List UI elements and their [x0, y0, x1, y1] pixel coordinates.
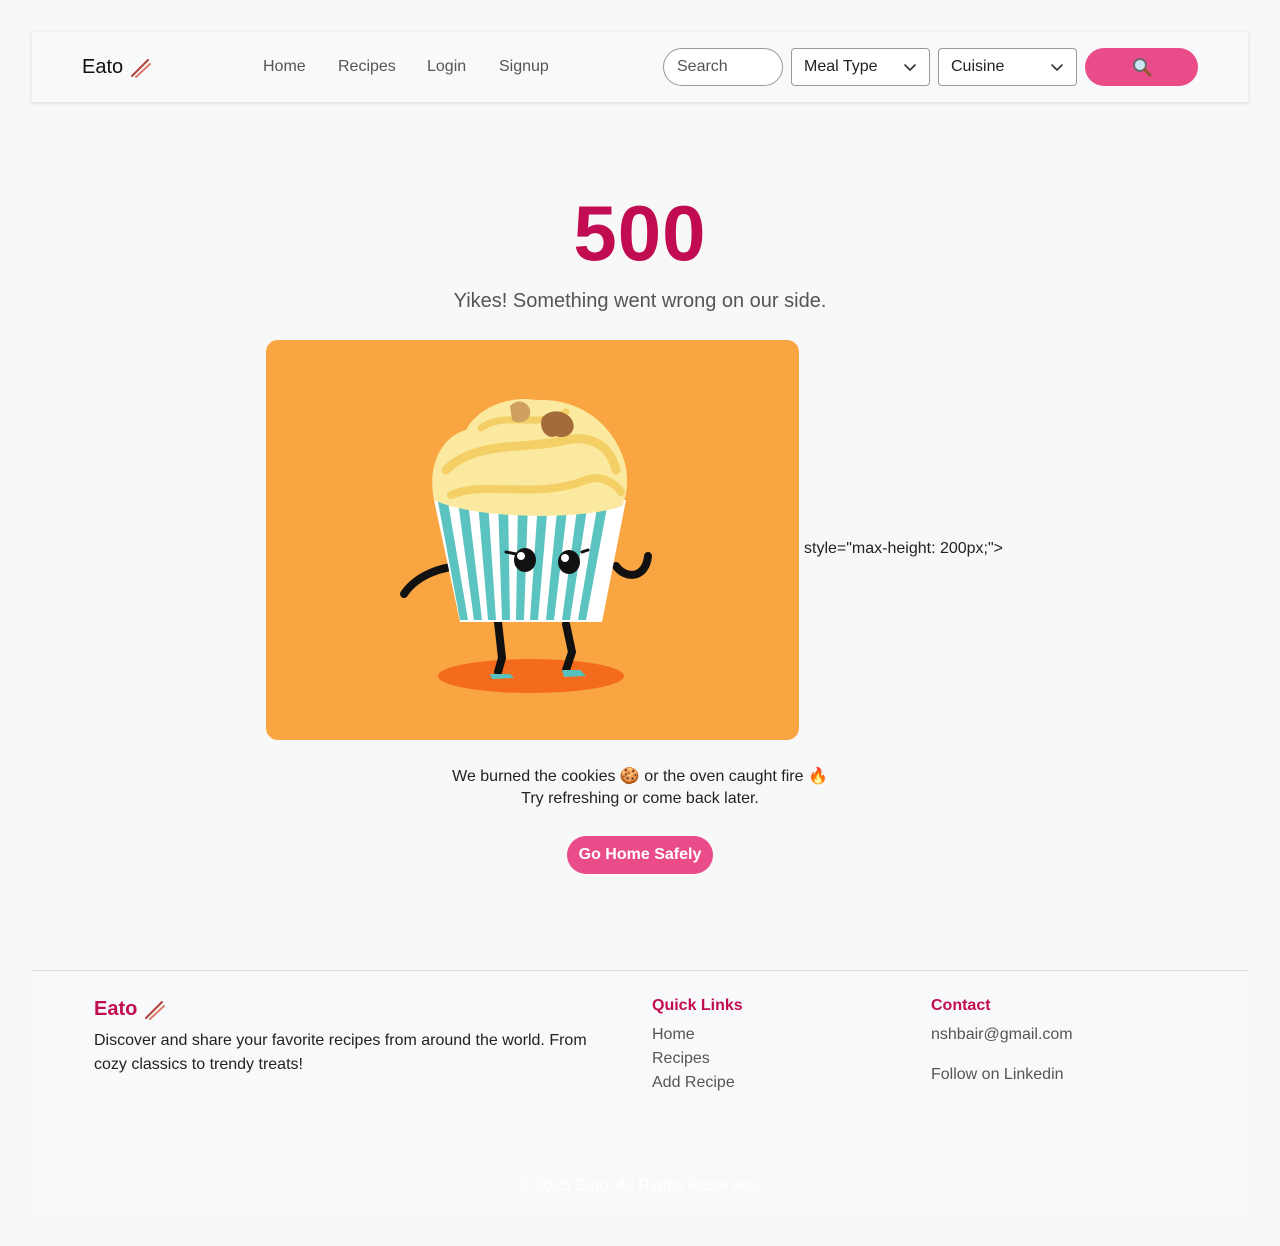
chevron-down-icon	[904, 64, 916, 71]
copyright: © 2025 Eato. All Rights Reserved.	[518, 1177, 762, 1194]
navbar-brand[interactable]: Eato	[82, 56, 152, 79]
quick-links-heading: Quick Links	[652, 997, 743, 1014]
magnifier-icon	[1132, 58, 1151, 77]
cupcake-illustration	[266, 340, 799, 740]
error-message: Yikes! Something went wrong on our side.	[453, 290, 827, 312]
meal-type-value: Meal Type	[804, 58, 878, 75]
go-home-button[interactable]: Go Home Safely	[567, 836, 713, 874]
brand-label: Eato	[82, 56, 124, 78]
nav-link-home[interactable]: Home	[263, 58, 306, 76]
footer-brand-label: Eato	[94, 998, 138, 1020]
footer-link-recipes[interactable]: Recipes	[652, 1050, 710, 1068]
error-detail-line-2: Try refreshing or come back later.	[521, 790, 759, 807]
footer-description: Discover and share your favorite recipes…	[94, 1032, 587, 1073]
nav-link-signup[interactable]: Signup	[499, 58, 549, 76]
footer-link-add-recipe[interactable]: Add Recipe	[652, 1074, 735, 1092]
navbar: Eato Home Recipes Login Signup Meal Type…	[32, 32, 1248, 102]
nav-link-login[interactable]: Login	[427, 58, 466, 76]
stray-markup-text: style="max-height: 200px;">	[804, 540, 1004, 557]
error-detail-line-1: We burned the cookies 🍪 or the oven caug…	[452, 768, 828, 785]
search-button[interactable]	[1085, 48, 1198, 86]
meal-type-select[interactable]: Meal Type	[791, 48, 930, 86]
dancing-cupcake-image	[400, 399, 652, 693]
error-code: 500	[573, 189, 707, 277]
nav-link-recipes[interactable]: Recipes	[338, 58, 396, 76]
chopsticks-icon	[131, 58, 152, 78]
cuisine-select[interactable]: Cuisine	[938, 48, 1077, 86]
footer-link-home[interactable]: Home	[652, 1026, 695, 1044]
chopsticks-icon	[145, 1000, 166, 1020]
footer-brand: Eato	[94, 998, 166, 1021]
search-input[interactable]	[663, 48, 783, 86]
contact-email[interactable]: nshbair@gmail.com	[931, 1026, 1073, 1044]
chevron-down-icon	[1051, 64, 1063, 71]
contact-heading: Contact	[931, 997, 991, 1014]
footer: Eato Discover and share your favorite re…	[32, 970, 1248, 1216]
linkedin-link[interactable]: Follow on Linkedin	[931, 1066, 1064, 1084]
cuisine-value: Cuisine	[951, 58, 1005, 75]
